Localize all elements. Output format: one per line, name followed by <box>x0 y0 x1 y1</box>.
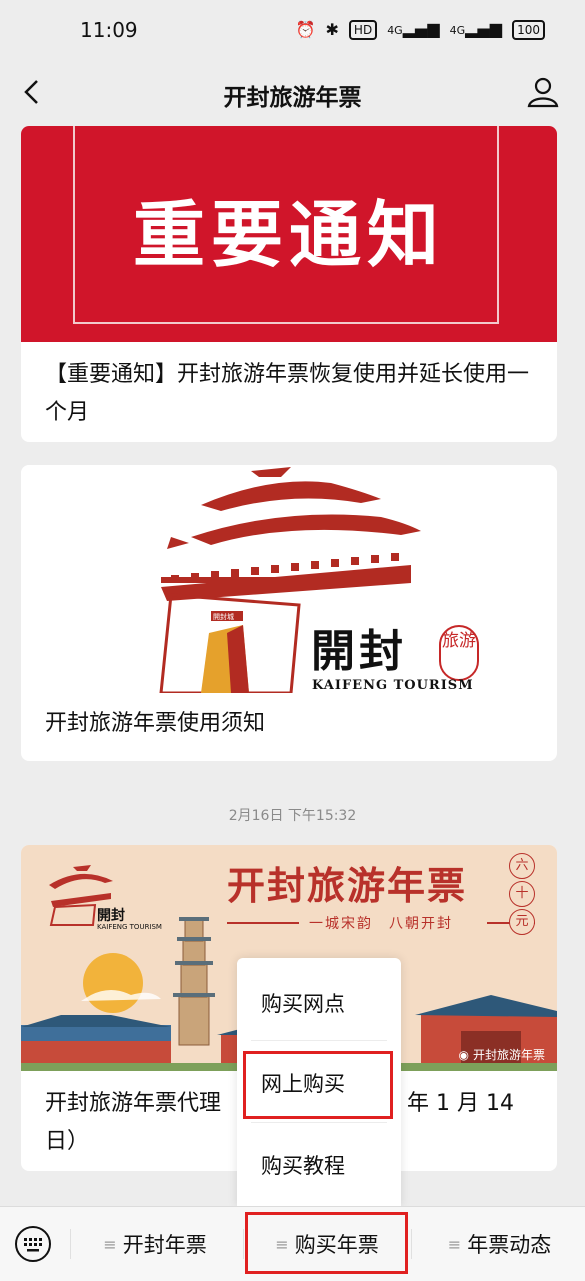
tab-label: 开封年票 <box>122 1233 207 1257</box>
price-char: 元 <box>509 909 535 935</box>
menu-icon: ≡ <box>275 1234 289 1254</box>
alarm-icon: ⏰ <box>295 20 316 39</box>
signal-icon: 4G▂▄▆ <box>449 19 503 38</box>
tab-pass-news[interactable]: ≡ 年票动态 <box>414 1207 585 1281</box>
profile-button[interactable] <box>525 74 561 110</box>
poster-logo: 開封 <box>97 908 125 924</box>
status-icons: ⏰ ✱ HD 4G▂▄▆ 4G▂▄▆ 100 <box>296 18 545 42</box>
tab-divider <box>411 1229 412 1259</box>
logo-seal: 旅游 <box>439 625 479 681</box>
menu-item-purchase-locations[interactable]: 购买网点 <box>237 968 401 1038</box>
keyboard-toggle-button[interactable] <box>14 1225 52 1263</box>
poster-divider <box>227 922 299 924</box>
menu-divider <box>251 1122 387 1123</box>
purchase-submenu: 购买网点 网上购买 购买教程 <box>237 958 401 1206</box>
price-char: 六 <box>509 853 535 879</box>
article-title: 【重要通知】开封旅游年票恢复使用并延长使用一个月 <box>45 362 530 425</box>
signal-icon: 4G▂▄▆ <box>387 19 440 38</box>
user-icon <box>527 77 559 108</box>
kaifeng-tourism-logo: 開封城 開封 旅游 KAIFENG TOURISM <box>21 465 557 693</box>
nav-bar: 开封旅游年票 <box>0 62 585 124</box>
article-title: 开封旅游年票使用须知 <box>45 711 266 736</box>
tab-divider <box>243 1229 244 1259</box>
menu-icon: ≡ <box>447 1234 462 1254</box>
menu-divider <box>251 1040 387 1041</box>
poster-title: 开封旅游年票 <box>227 863 468 908</box>
bluetooth-icon: ✱ <box>325 20 339 39</box>
message-timestamp: 2月16日 下午15:32 <box>228 808 357 824</box>
price-char: 十 <box>509 881 535 907</box>
poster-subtitle: 一城宋韵 八朝开封 <box>309 916 453 932</box>
menu-icon: ≡ <box>103 1234 117 1254</box>
status-time: 11:09 <box>80 18 138 42</box>
svg-text:開封城: 開封城 <box>213 612 234 621</box>
tab-kaifeng-pass[interactable]: ≡ 开封年票 <box>70 1207 240 1281</box>
logo-calligraphy: 開封 <box>311 626 407 677</box>
page-title: 开封旅游年票 <box>223 85 362 111</box>
article-card-notice[interactable]: 重要通知 【重要通知】开封旅游年票恢复使用并延长使用一个月 <box>21 126 557 442</box>
poster-logo-english: KAIFENG TOURISM <box>97 923 162 931</box>
keyboard-icon <box>15 1226 51 1262</box>
notice-banner: 重要通知 <box>21 126 557 342</box>
watermark-text: 开封旅游年票 <box>472 1048 545 1062</box>
article-title-left: 开封旅游年票代理 <box>45 1091 222 1116</box>
tab-label: 购买年票 <box>294 1233 379 1257</box>
status-bar: 11:09 ⏰ ✱ HD 4G▂▄▆ 4G▂▄▆ 100 <box>0 0 585 62</box>
hd-icon: HD <box>348 20 378 40</box>
tab-buy-pass[interactable]: ≡ 购买年票 <box>246 1207 408 1281</box>
battery-icon: 100 <box>512 20 545 40</box>
logo-english-text: KAIFENG TOURISM <box>312 678 474 693</box>
article-title-right: 年 1 月 14 <box>407 1091 514 1116</box>
bottom-menu-bar: ≡ 开封年票 ≡ 购买年票 ≡ 年票动态 <box>0 1206 585 1281</box>
watermark: ◉ 开封旅游年票 <box>459 1046 546 1063</box>
article-card-usage[interactable]: 開封城 開封 旅游 KAIFENG TOURISM 开封旅游年票使用须知 <box>21 465 557 761</box>
poster-price: 六 十 元 <box>509 853 535 937</box>
menu-item-purchase-tutorial[interactable]: 购买教程 <box>237 1130 401 1200</box>
article-title-line2: 日） <box>45 1129 90 1154</box>
menu-item-online-purchase[interactable]: 网上购买 <box>237 1048 401 1118</box>
wechat-icon: ◉ <box>458 1047 469 1062</box>
banner-title: 重要通知 <box>132 193 445 277</box>
tab-label: 年票动态 <box>467 1233 552 1257</box>
